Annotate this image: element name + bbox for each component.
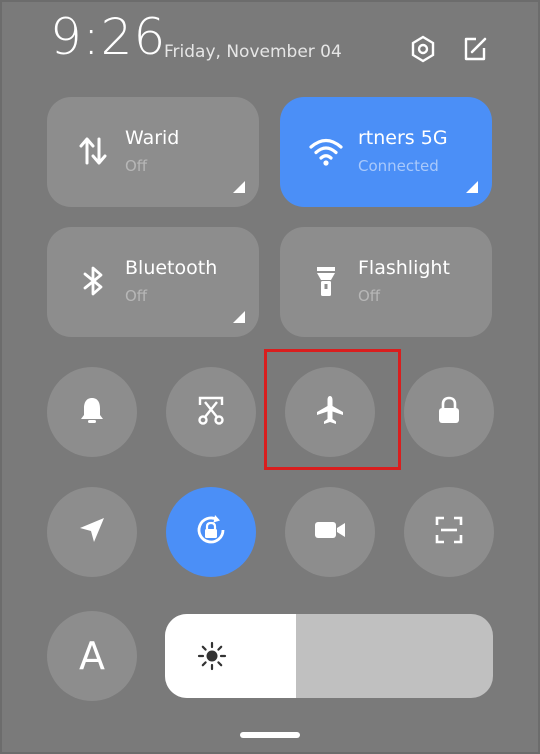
ring-toggle[interactable]: [47, 367, 137, 457]
brightness-slider[interactable]: [165, 614, 493, 698]
airplane-highlight-box: [264, 349, 401, 470]
mobile-data-tile[interactable]: Warid Off: [47, 97, 259, 207]
flashlight-status: Off: [358, 287, 381, 305]
mobile-data-label: Warid: [125, 127, 180, 149]
font-size-button[interactable]: A: [47, 611, 137, 701]
bluetooth-icon: [75, 263, 111, 299]
expand-corner-icon[interactable]: [466, 181, 478, 193]
wifi-label: rtners 5G: [358, 127, 448, 149]
navigation-arrow-icon: [75, 513, 109, 551]
screenshot-toggle[interactable]: [166, 367, 256, 457]
home-indicator[interactable]: [240, 732, 300, 738]
lock-screen-toggle[interactable]: [404, 367, 494, 457]
wifi-icon: [308, 133, 344, 169]
settings-hexagon-icon[interactable]: [408, 34, 438, 64]
bluetooth-label: Bluetooth: [125, 257, 218, 279]
screen-recorder-toggle[interactable]: [285, 487, 375, 577]
mobile-data-status: Off: [125, 157, 148, 175]
expand-corner-icon[interactable]: [233, 181, 245, 193]
video-camera-icon: [312, 513, 348, 551]
rotation-lock-icon: [191, 510, 231, 554]
date-label: Friday, November 04: [164, 42, 342, 62]
flashlight-label: Flashlight: [358, 257, 450, 279]
flashlight-icon: [308, 263, 344, 299]
scanner-toggle[interactable]: [404, 487, 494, 577]
expand-corner-icon[interactable]: [233, 311, 245, 323]
wifi-tile[interactable]: rtners 5G Connected: [280, 97, 492, 207]
bell-icon: [75, 393, 109, 431]
clock-time: 9:26: [50, 8, 167, 66]
brightness-fill: [165, 614, 297, 698]
wifi-status: Connected: [358, 157, 439, 175]
scissors-icon: [194, 393, 228, 431]
auto-rotate-lock-toggle[interactable]: [166, 487, 256, 577]
bluetooth-tile[interactable]: Bluetooth Off: [47, 227, 259, 337]
scan-frame-icon: [432, 513, 466, 551]
lock-icon: [432, 393, 466, 431]
font-size-label: A: [79, 634, 105, 678]
mobile-data-icon: [75, 133, 111, 169]
bluetooth-status: Off: [125, 287, 148, 305]
flashlight-tile[interactable]: Flashlight Off: [280, 227, 492, 337]
location-toggle[interactable]: [47, 487, 137, 577]
edit-icon[interactable]: [460, 34, 490, 64]
sun-icon: [197, 641, 227, 671]
